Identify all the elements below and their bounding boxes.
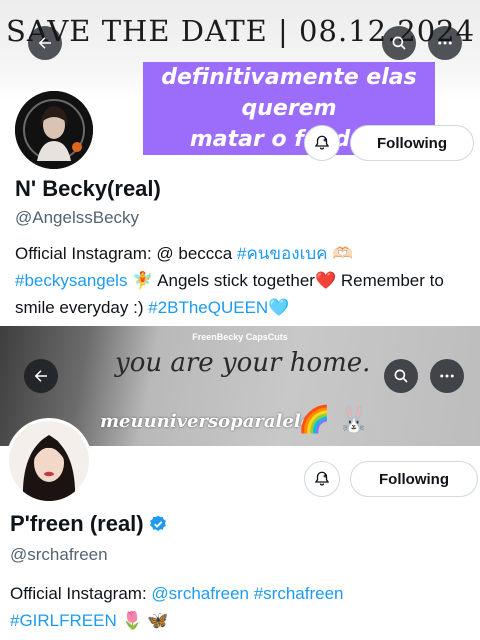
banner-credit: FreenBecky CapsCuts	[192, 332, 288, 342]
banner-quote: you are your home.	[115, 348, 371, 378]
username: @AngelssBecky	[15, 208, 140, 227]
caption-line: definitivamente elas querem	[161, 65, 417, 121]
avatar-image	[15, 91, 93, 169]
more-button[interactable]	[428, 26, 462, 60]
banner-emojis: 🌈 🐰	[298, 404, 370, 434]
notification-bell-icon	[314, 471, 330, 486]
back-arrow-icon	[34, 370, 47, 382]
following-button[interactable]: Following	[350, 461, 478, 497]
back-button[interactable]	[28, 26, 62, 60]
username: @srchafreen	[10, 545, 108, 564]
banner-watermark: meuuniversoparalelo	[100, 411, 313, 432]
search-button[interactable]	[384, 359, 418, 393]
display-name-row: P'freen (real)	[10, 511, 168, 537]
back-button[interactable]	[24, 359, 58, 393]
hashtag-link[interactable]: #2BTheQUEEN	[148, 298, 268, 317]
profile-panel-becky: SAVE THE DATE | 08.12.2024 definitivamen…	[0, 0, 480, 326]
hashtag-link[interactable]: #srchafreen	[254, 584, 344, 603]
bio-text: Official Instagram:	[10, 584, 152, 603]
avatar-image	[9, 421, 89, 501]
bio: Official Instagram: @ beccca #คนของเบค 🫶…	[15, 240, 477, 321]
hashtag-link[interactable]: #คนของเบค	[237, 244, 328, 263]
more-icon	[438, 41, 452, 45]
display-name: N' Becky(real)	[15, 176, 161, 201]
more-button[interactable]	[430, 359, 464, 393]
bio-emoji: 🌷 🦋	[116, 611, 169, 630]
notification-bell-icon	[314, 135, 330, 150]
search-icon	[392, 36, 406, 50]
back-arrow-icon	[38, 37, 51, 49]
bio: Official Instagram: @srchafreen #srchafr…	[10, 580, 472, 634]
following-button[interactable]: Following	[350, 125, 474, 161]
bio-text: 🧚 Angels stick together	[127, 271, 315, 290]
hashtag-link[interactable]: #GIRLFREEN	[10, 611, 117, 630]
notification-button[interactable]	[304, 461, 340, 497]
search-icon	[394, 369, 408, 383]
more-icon	[440, 374, 454, 378]
search-button[interactable]	[382, 26, 416, 60]
verified-badge-icon	[149, 515, 166, 531]
notification-button[interactable]	[304, 125, 340, 161]
avatar[interactable]	[6, 418, 92, 504]
profile-panel-freen: FreenBecky CapsCuts you are your home. m…	[0, 326, 480, 640]
bio-emoji: ❤️	[314, 271, 337, 290]
bio-emoji: 🩵	[268, 298, 290, 317]
bio-emoji: 🫶🏻	[327, 244, 354, 263]
bio-text: Official Instagram: @ beccca	[15, 244, 237, 263]
avatar[interactable]	[12, 88, 96, 172]
mention-link[interactable]: @srchafreen	[151, 584, 249, 603]
display-name: P'freen (real)	[10, 511, 144, 536]
hashtag-link[interactable]: #beckysangels	[15, 271, 127, 290]
